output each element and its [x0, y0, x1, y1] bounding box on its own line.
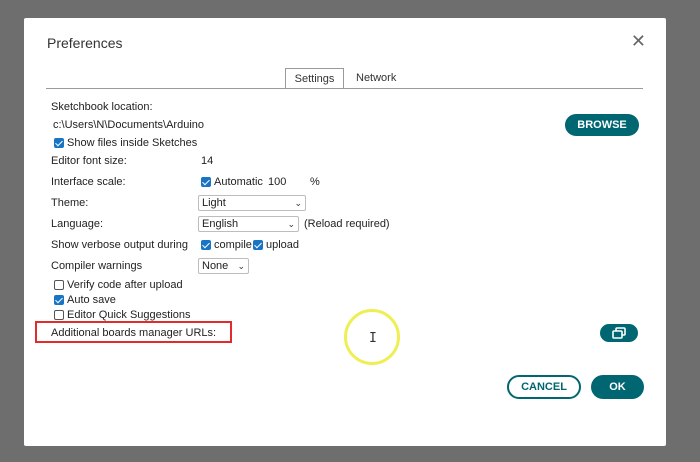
scale-automatic-label: Automatic: [214, 176, 263, 188]
preferences-dialog: Preferences ✕ Settings Network Sketchboo…: [24, 18, 666, 446]
sketchbook-location-input[interactable]: [50, 117, 560, 133]
language-reload-note: (Reload required): [304, 218, 390, 230]
verify-after-upload-checkbox[interactable]: [54, 280, 64, 290]
window-edit-icon: [612, 327, 626, 339]
verbose-upload-label: upload: [266, 239, 300, 251]
compiler-warnings-select[interactable]: None ⌄: [198, 258, 249, 274]
language-select-value: English: [202, 218, 239, 230]
show-files-checkbox[interactable]: [54, 138, 64, 148]
quick-suggestions-label: Editor Quick Suggestions: [67, 309, 191, 321]
close-icon[interactable]: ✕: [631, 32, 646, 50]
editor-font-size-label: Editor font size:: [51, 155, 127, 167]
theme-label: Theme:: [51, 197, 89, 209]
quick-suggestions-checkbox[interactable]: [54, 310, 64, 320]
auto-save-checkbox[interactable]: [54, 295, 64, 305]
editor-font-size-input[interactable]: [198, 153, 242, 169]
interface-scale-input[interactable]: [265, 174, 307, 190]
verbose-upload-checkbox[interactable]: [253, 240, 263, 250]
scale-unit: %: [310, 176, 320, 188]
ok-button[interactable]: OK: [591, 375, 644, 399]
chevron-down-icon: ⌄: [237, 261, 245, 271]
theme-select[interactable]: Light ⌄: [198, 195, 306, 211]
tab-divider: [46, 88, 643, 89]
chevron-down-icon: ⌄: [294, 198, 302, 208]
cancel-button[interactable]: CANCEL: [507, 375, 581, 399]
show-files-label: Show files inside Sketches: [67, 137, 198, 149]
auto-save-label: Auto save: [67, 294, 116, 306]
theme-select-value: Light: [202, 197, 226, 209]
language-select[interactable]: English ⌄: [198, 216, 299, 232]
tab-settings[interactable]: Settings: [285, 68, 344, 89]
sketchbook-location-label: Sketchbook location:: [51, 101, 153, 113]
verify-after-upload-label: Verify code after upload: [67, 279, 183, 291]
verbose-compile-checkbox[interactable]: [201, 240, 211, 250]
highlight-box: [35, 321, 232, 343]
compiler-warnings-label: Compiler warnings: [51, 260, 143, 272]
edit-urls-button[interactable]: [600, 324, 638, 342]
interface-scale-label: Interface scale:: [51, 176, 126, 188]
chevron-down-icon: ⌄: [287, 219, 295, 229]
tab-network[interactable]: Network: [346, 68, 406, 88]
verbose-output-label: Show verbose output during: [51, 239, 188, 251]
language-label: Language:: [51, 218, 103, 230]
compiler-warnings-value: None: [202, 260, 229, 272]
verbose-compile-label: compile: [214, 239, 252, 251]
dialog-title: Preferences: [47, 35, 123, 51]
boards-manager-urls-input[interactable]: [234, 325, 594, 341]
browse-button[interactable]: BROWSE: [565, 114, 639, 136]
text-cursor-icon: I: [369, 331, 377, 346]
scale-automatic-checkbox[interactable]: [201, 177, 211, 187]
